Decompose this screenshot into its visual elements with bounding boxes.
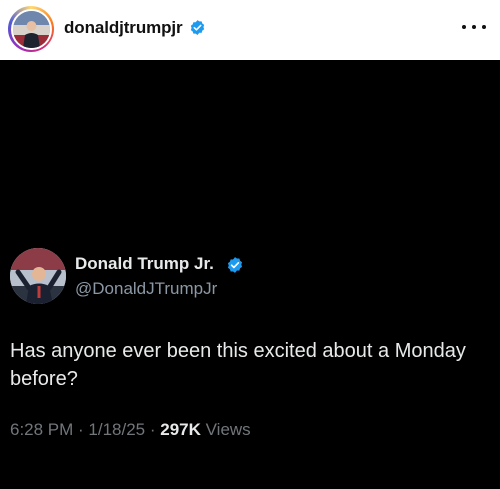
instagram-post-header: donaldjtrumpjr (0, 0, 500, 60)
tweet-time[interactable]: 6:28 PM (10, 420, 73, 439)
tweet-author-avatar[interactable] (10, 248, 66, 304)
username[interactable]: donaldjtrumpjr (64, 18, 183, 38)
tweet-date[interactable]: 1/18/25 (88, 420, 145, 439)
more-dot (482, 25, 486, 29)
tweet-author-name[interactable]: Donald Trump Jr. (75, 254, 214, 274)
avatar-image-icon (12, 10, 50, 48)
verified-badge-icon (190, 20, 205, 35)
tweet-meta: 6:28 PM · 1/18/25 · 297K Views (10, 420, 251, 440)
tweet-views-count[interactable]: 297K (160, 420, 201, 439)
story-ring[interactable] (8, 6, 54, 52)
tweet-views-label: Views (205, 420, 251, 439)
tweet-verified-badge-icon (227, 257, 243, 273)
tweet-avatar-image-icon (10, 248, 66, 304)
profile-avatar[interactable] (12, 10, 50, 48)
more-horizontal-icon[interactable] (462, 20, 486, 34)
meta-separator: · (145, 420, 161, 439)
more-dot (472, 25, 476, 29)
meta-separator: · (73, 420, 89, 439)
avatar-gap (10, 8, 52, 50)
tweet-text: Has anyone ever been this excited about … (10, 340, 466, 390)
tweet-author-handle[interactable]: @DonaldJTrumpJr (75, 279, 217, 299)
more-dot (462, 25, 466, 29)
